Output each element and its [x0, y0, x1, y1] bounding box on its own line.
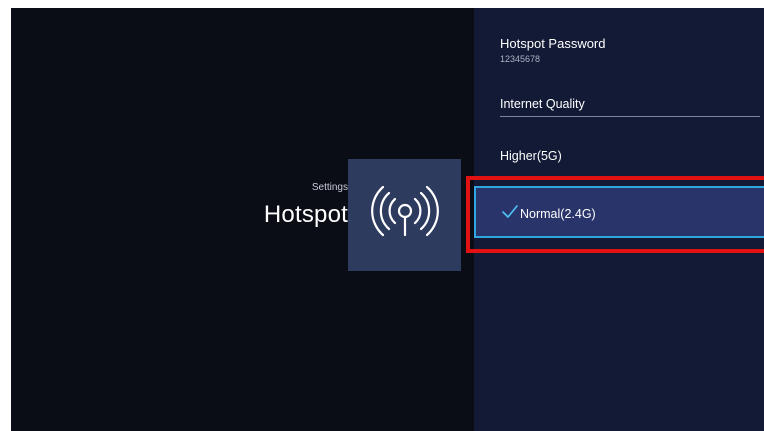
section-divider	[500, 116, 760, 117]
option-higher-5g[interactable]: Higher(5G)	[500, 149, 562, 163]
wifi-hotspot-icon	[370, 185, 439, 237]
page-title: Hotspot	[263, 201, 348, 228]
hotspot-password-label[interactable]: Hotspot Password	[500, 36, 606, 51]
internet-quality-label: Internet Quality	[500, 97, 585, 111]
option-normal-24g[interactable]: Normal(2.4G)	[474, 186, 764, 238]
breadcrumb: Settings	[311, 182, 348, 193]
settings-panel: Hotspot Password 12345678 Internet Quali…	[474, 8, 764, 431]
option-normal-label: Normal(2.4G)	[520, 207, 596, 221]
hotspot-icon-tile	[348, 159, 461, 271]
hotspot-password-value: 12345678	[500, 54, 541, 64]
checkmark-icon	[502, 204, 518, 225]
tv-screen: Settings Hotspot Hotspot Password 123456…	[11, 8, 764, 431]
left-pane: Settings Hotspot	[11, 8, 474, 431]
